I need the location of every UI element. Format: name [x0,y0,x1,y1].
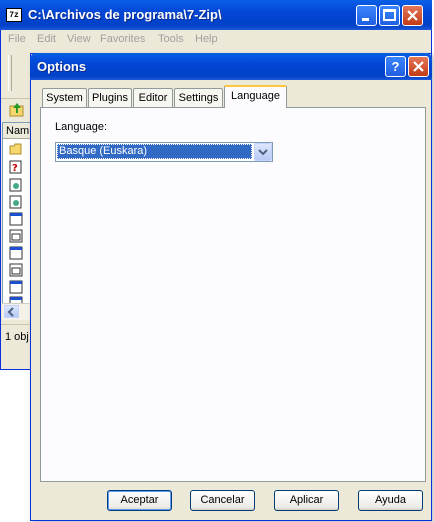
minimize-button[interactable] [356,5,377,26]
tab-language[interactable]: Language [224,85,287,108]
menu-edit[interactable]: Edit [37,33,56,45]
accept-button[interactable]: Aceptar [107,490,172,511]
tab-system[interactable]: System [42,88,87,107]
scroll-left-button[interactable] [4,305,19,318]
maximize-icon [383,9,396,21]
language-selected-value[interactable]: Basque (Euskara) [57,144,252,159]
svg-text:?: ? [12,163,18,174]
help-icon: ? [391,59,400,74]
tab-plugins[interactable]: Plugins [88,88,132,107]
dropdown-button[interactable] [254,143,272,161]
exe-file-icon [9,212,23,226]
exe-file-icon [9,246,23,260]
help-button[interactable]: ? [385,56,406,77]
menu-view[interactable]: View [67,33,91,45]
chevron-left-icon [7,307,14,317]
dll-file-icon [9,195,22,209]
language-label: Language: [55,121,107,133]
tab-settings[interactable]: Settings [174,88,223,107]
cancel-button[interactable]: Cancelar [190,490,255,511]
7zip-logo-icon: 7z [6,8,22,22]
menu-favorites[interactable]: Favorites [100,33,145,45]
toolbar-grip [8,55,12,91]
menu-help[interactable]: Help [195,33,218,45]
dll-file-icon [9,178,22,192]
exe-file-icon [9,280,23,294]
exe-file-icon [9,263,23,277]
close-button[interactable] [408,56,429,77]
help-dialog-button[interactable]: Ayuda [358,490,423,511]
folder-icon [9,143,22,155]
close-icon [407,10,418,21]
up-folder-icon[interactable] [9,101,25,117]
dialog-titlebar[interactable] [30,53,432,80]
exe-file-icon [9,229,23,243]
help-file-icon: ? [9,160,22,174]
column-header-name[interactable]: Nam [3,123,31,139]
minimize-icon [362,18,369,21]
maximize-button[interactable] [379,5,400,26]
tab-editor[interactable]: Editor [133,88,173,107]
close-icon [413,61,424,72]
menu-tools[interactable]: Tools [158,33,184,45]
background-close-button[interactable] [402,5,423,26]
background-window-title: C:\Archivos de programa\7-Zip\ [28,7,222,22]
language-tab-panel [40,107,426,482]
dialog-title: Options [37,59,87,74]
apply-button[interactable]: Aplicar [274,490,339,511]
chevron-down-icon [258,149,268,156]
menu-file[interactable]: File [8,33,26,45]
